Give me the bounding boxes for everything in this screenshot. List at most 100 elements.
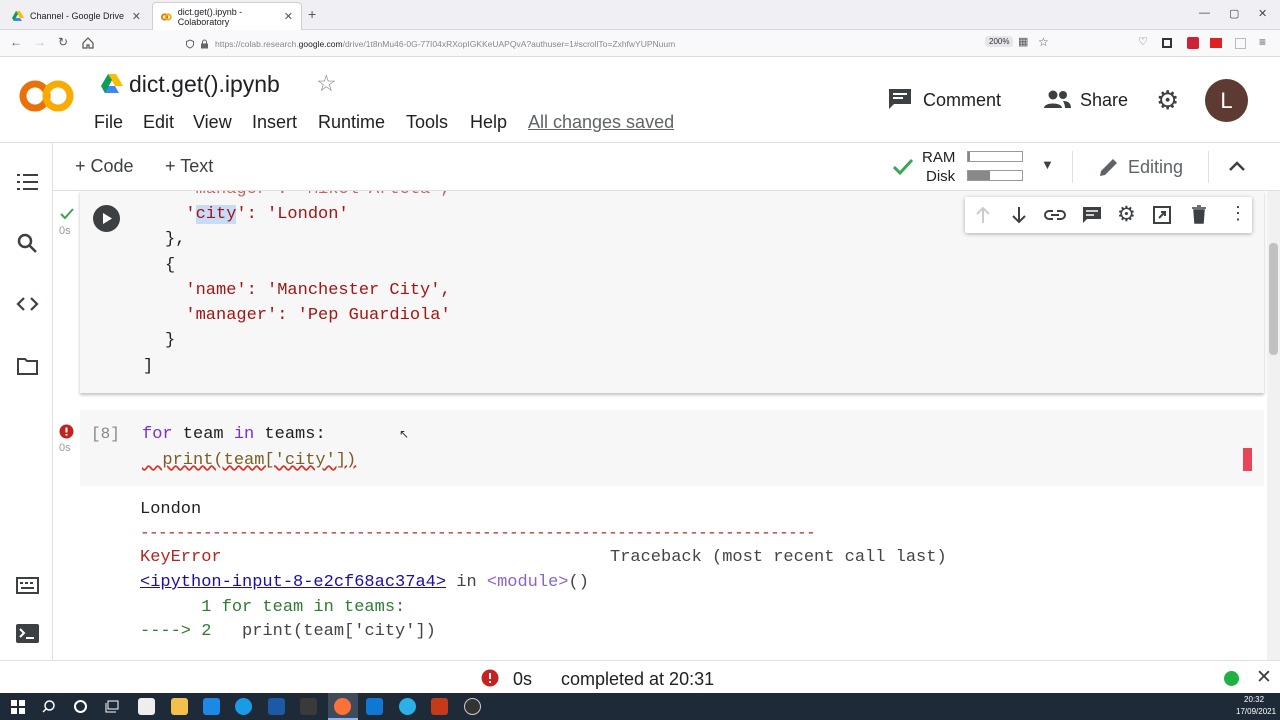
menu-help[interactable]: Help	[470, 112, 507, 133]
menu-edit[interactable]: Edit	[143, 112, 174, 133]
extension-blank-icon[interactable]	[1235, 38, 1246, 49]
app-red-icon[interactable]	[431, 698, 448, 715]
resources-dropdown-icon[interactable]: ▼	[1041, 157, 1054, 172]
obs-icon[interactable]	[464, 698, 481, 715]
more-options-icon[interactable]: ⋮	[1229, 203, 1247, 224]
file-explorer-icon[interactable]	[171, 698, 188, 715]
scrollbar-track[interactable]	[1267, 191, 1280, 660]
add-text-button[interactable]: + Text	[165, 156, 213, 177]
run-cell-button[interactable]	[93, 205, 120, 232]
error-status-icon[interactable]	[481, 669, 499, 687]
share-button[interactable]: Share	[1080, 90, 1128, 111]
extension-red-icon[interactable]	[1187, 37, 1199, 49]
reload-icon[interactable]: ↻	[58, 35, 68, 49]
ram-meter-fill	[968, 152, 971, 161]
notebook-title[interactable]: dict.get().ipynb	[129, 71, 280, 98]
back-icon[interactable]: ←	[10, 35, 22, 49]
code-token: ': 'London'	[236, 205, 349, 224]
taskbar-active-app[interactable]	[328, 693, 358, 720]
colab-logo[interactable]	[18, 78, 75, 114]
code-token: teams:	[254, 425, 326, 444]
command-palette-icon[interactable]	[16, 577, 39, 594]
mirror-cell-icon[interactable]	[1153, 206, 1171, 224]
clock-time[interactable]: 20:32	[1244, 695, 1264, 704]
disk-meter	[967, 170, 1023, 181]
chevron-up-icon[interactable]	[1228, 160, 1246, 172]
forward-icon[interactable]: →	[34, 35, 46, 49]
table-of-contents-icon[interactable]	[17, 174, 38, 191]
play-icon	[103, 213, 112, 224]
connected-check-icon[interactable]	[892, 158, 914, 176]
comment-icon[interactable]	[1082, 206, 1102, 224]
store-icon[interactable]	[138, 698, 155, 715]
new-tab-button[interactable]: +	[308, 6, 316, 22]
minimize-button[interactable]: —	[1199, 7, 1210, 19]
share-people-icon[interactable]	[1043, 90, 1071, 108]
extension-icon[interactable]	[1162, 38, 1172, 48]
zoom-level[interactable]: 200%	[985, 36, 1014, 47]
browser-nav-bar: ← → ↻ https://colab.research. google.com /…	[0, 30, 1280, 57]
menu-tools[interactable]: Tools	[406, 112, 448, 133]
menu-icon[interactable]: ≡	[1259, 35, 1266, 49]
task-view-icon[interactable]	[105, 700, 119, 713]
link-icon[interactable]	[1044, 209, 1066, 221]
extension-flag-icon[interactable]	[1210, 38, 1222, 48]
home-icon[interactable]	[82, 37, 94, 49]
settings-gear-icon[interactable]: ⚙	[1156, 85, 1179, 116]
reader-icon[interactable]: ▦	[1018, 35, 1028, 48]
close-status-icon[interactable]: ✕	[1256, 666, 1272, 689]
code-snippets-icon[interactable]	[16, 296, 39, 312]
move-down-icon[interactable]	[1011, 206, 1027, 224]
close-tab-icon[interactable]: ✕	[284, 10, 293, 23]
tab-colab[interactable]: dict.get().ipynb - Colaboratory ✕	[152, 2, 302, 30]
add-code-button[interactable]: + Code	[75, 156, 134, 177]
menu-runtime[interactable]: Runtime	[318, 112, 385, 133]
editing-mode-button[interactable]: Editing	[1128, 157, 1183, 178]
code-cell[interactable]	[80, 410, 1264, 486]
folder-icon[interactable]	[17, 358, 38, 375]
star-icon[interactable]: ☆	[316, 70, 337, 97]
tab-title: dict.get().ipynb - Colaboratory	[177, 6, 243, 27]
close-window-button[interactable]: ✕	[1258, 7, 1267, 20]
maximize-button[interactable]: ▢	[1229, 7, 1239, 20]
clock-date[interactable]: 17/09/2021	[1236, 707, 1276, 716]
pocket-icon[interactable]: ♡	[1138, 35, 1148, 48]
search-icon[interactable]	[17, 233, 37, 253]
tab-google-drive[interactable]: Channel - Google Drive ✕	[4, 2, 149, 30]
mail-icon[interactable]	[203, 698, 220, 715]
windows-start-icon[interactable]	[11, 700, 25, 714]
menu-file[interactable]: File	[94, 112, 123, 133]
delete-icon[interactable]	[1191, 205, 1207, 224]
google-drive-icon[interactable]	[101, 74, 123, 93]
search-icon[interactable]	[42, 700, 55, 713]
bookmark-star-icon[interactable]: ☆	[1038, 35, 1049, 49]
edge-icon[interactable]	[235, 698, 252, 715]
menu-view[interactable]: View	[193, 112, 232, 133]
powershell-icon[interactable]	[268, 698, 285, 715]
cell-prompt: [8]	[91, 425, 120, 443]
notebook-area: 0s 'manager': 'Mikel Arteta', 'city': 'L…	[53, 191, 1280, 660]
windows-taskbar: 20:32 17/09/2021	[0, 693, 1280, 720]
colab-icon	[161, 12, 172, 21]
url-prefix: https://colab.research.	[215, 38, 299, 49]
code-line: 'name': 'Manchester City',	[165, 281, 451, 300]
app-blue-icon[interactable]	[399, 698, 416, 715]
scrollbar-thumb[interactable]	[1269, 243, 1278, 355]
address-bar[interactable]: https://colab.research. google.com/drive/…	[175, 33, 1055, 54]
cortana-icon[interactable]	[74, 700, 87, 713]
code-line: ]	[143, 357, 154, 376]
cell-settings-gear-icon[interactable]: ⚙	[1117, 202, 1136, 227]
close-tab-icon[interactable]: ✕	[132, 10, 141, 23]
colab-header: dict.get().ipynb ☆ File Edit View Insert…	[0, 57, 1280, 143]
move-up-icon[interactable]	[975, 206, 991, 224]
app-icon[interactable]	[300, 698, 317, 715]
menu-insert[interactable]: Insert	[252, 112, 297, 133]
avatar[interactable]: L	[1205, 79, 1248, 122]
save-status[interactable]: All changes saved	[528, 112, 674, 133]
terminal-icon[interactable]	[16, 624, 39, 643]
traceback-link[interactable]: <ipython-input-8-e2cf68ac37a4>	[140, 573, 446, 592]
firefox-icon	[334, 698, 351, 715]
comment-icon[interactable]	[888, 88, 912, 110]
comment-button[interactable]: Comment	[923, 90, 1001, 111]
vscode-icon[interactable]	[366, 698, 383, 715]
